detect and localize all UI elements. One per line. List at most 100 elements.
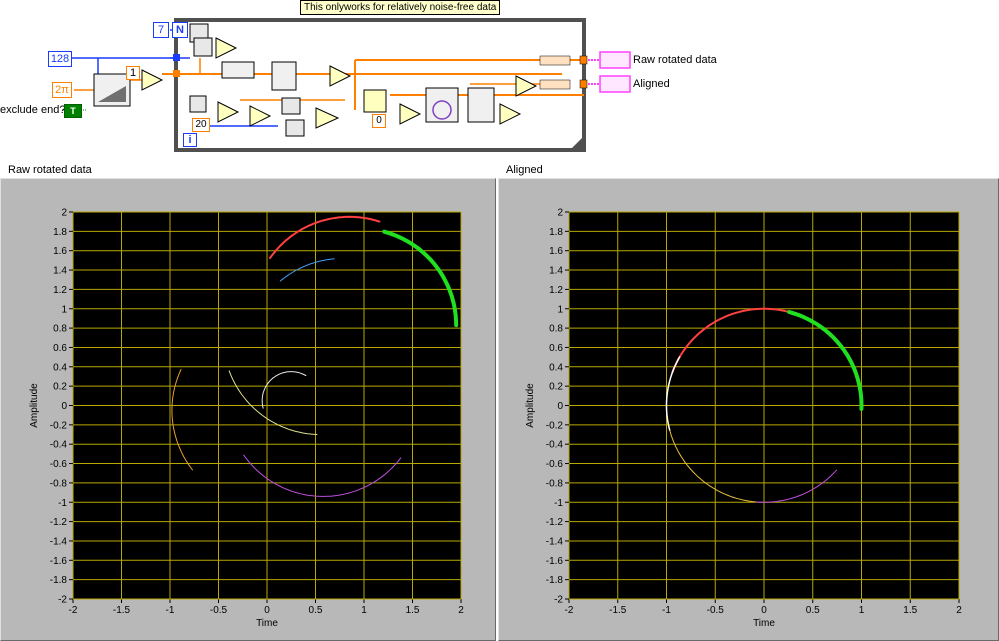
x-axis-label: Time <box>256 618 278 629</box>
block-diagram: This onlyworks for relatively noise-free… <box>0 0 999 160</box>
y-tick-label: -0.2 <box>546 420 564 431</box>
y-tick-label: 0.4 <box>53 362 67 373</box>
aligned-graph[interactable]: -2 -1.5 -1 -0.5 0 0.5 1 1.5 2 2 1.8 1.6 1.4 1.2 1 0.8 0.… <box>498 178 999 641</box>
chart-label-aligned: Aligned <box>506 164 543 176</box>
y-tick-label: 0.6 <box>53 343 67 354</box>
loop-tunnel <box>579 55 588 65</box>
y-tick-label: -0.8 <box>546 478 564 489</box>
y-tick-label: 2 <box>557 208 563 219</box>
complex-to-re-im-array-node[interactable] <box>539 55 571 66</box>
y-tick-label: -2 <box>554 595 563 606</box>
multiply-node[interactable] <box>141 69 164 91</box>
x-tick-label: -1.5 <box>609 605 627 616</box>
y-tick-label: 1 <box>557 304 563 315</box>
x-tick-label: 2 <box>956 605 962 616</box>
y-tick-label: 1.2 <box>549 285 563 296</box>
y-tick-label: -0.6 <box>50 459 68 470</box>
x-tick-label: 0 <box>264 605 270 616</box>
array-subset-node[interactable] <box>221 61 255 79</box>
constant-20[interactable]: 20 <box>192 118 210 132</box>
y-tick-label: -1 <box>58 498 67 509</box>
x-tick-label: -2 <box>69 605 78 616</box>
block-diagram-canvas <box>62 18 631 152</box>
x-tick-label: 1.5 <box>903 605 917 616</box>
y-tick-label: 0 <box>557 401 563 412</box>
y-tick-label: 0.8 <box>53 324 67 335</box>
build-array-node[interactable] <box>271 61 297 91</box>
raw-rotated-data-graph[interactable]: -2 -1.5 -1 -0.5 0 0.5 1 1.5 2 2 1.8 1.6 1.4 1.2 1 0.8 0.… <box>0 178 496 641</box>
y-tick-label: 0.2 <box>53 382 67 393</box>
x-tick-label: 2 <box>458 605 464 616</box>
x-tick-label: 1 <box>859 605 865 616</box>
x-axis-label: Time <box>753 618 775 629</box>
x-tick-label: 1 <box>361 605 367 616</box>
random-number-node[interactable] <box>285 119 305 137</box>
raw-rotated-data-plot[interactable]: -2 -1.5 -1 -0.5 0 0.5 1 1.5 2 2 1.8 1.6 1.4 1.2 1 0.8 0.… <box>1 179 495 640</box>
constant-2pi[interactable]: 2π <box>52 82 72 98</box>
y-tick-label: 1.8 <box>53 227 67 238</box>
y-tick-label: -0.8 <box>50 478 68 489</box>
y-tick-label: -1 <box>554 498 563 509</box>
diagram-comment[interactable]: This onlyworks for relatively noise-free… <box>300 0 501 15</box>
y-tick-label: -1.8 <box>546 575 564 586</box>
aligned-plot[interactable]: -2 -1.5 -1 -0.5 0 0.5 1 1.5 2 2 1.8 1.6 1.4 1.2 1 0.8 0.… <box>499 179 998 640</box>
count-constant[interactable]: 7 <box>153 22 169 38</box>
x-tick-label: -0.5 <box>210 605 228 616</box>
exclude-end-label: exclude end? <box>0 104 66 116</box>
complex-to-re-im-array-node[interactable] <box>539 79 571 90</box>
y-tick-label: -1.8 <box>50 575 68 586</box>
raw-rotated-data-label: Raw rotated data <box>633 54 717 66</box>
x-tick-label: 0.5 <box>806 605 820 616</box>
random-number-node[interactable] <box>281 97 301 115</box>
y-tick-label: 2 <box>61 208 67 219</box>
complex-to-re-im-node[interactable] <box>363 89 387 113</box>
raw-rotated-data-terminal[interactable] <box>599 51 631 69</box>
unbundle-node[interactable] <box>467 87 495 123</box>
y-tick-label: -2 <box>58 595 67 606</box>
aligned-label: Aligned <box>633 78 670 90</box>
y-axis-label: Amplitude <box>29 383 40 428</box>
y-tick-label: -0.2 <box>50 420 68 431</box>
random-number-node[interactable] <box>193 37 213 57</box>
y-tick-label: -0.4 <box>546 440 564 451</box>
y-tick-label: 0.6 <box>549 343 563 354</box>
y-tick-label: 1 <box>61 304 67 315</box>
x-tick-label: 0.5 <box>309 605 323 616</box>
y-tick-label: -0.6 <box>546 459 564 470</box>
y-tick-label: -1.2 <box>546 517 564 528</box>
constant-128[interactable]: 128 <box>48 51 72 67</box>
x-tick-label: -0.5 <box>707 605 725 616</box>
x-tick-label: -1 <box>662 605 671 616</box>
y-tick-label: 1.2 <box>53 285 67 296</box>
y-tick-label: 0.8 <box>549 324 563 335</box>
y-tick-label: -1.6 <box>546 556 564 567</box>
y-tick-label: 0 <box>61 401 67 412</box>
chart-label-raw: Raw rotated data <box>8 164 92 176</box>
y-tick-label: 1.4 <box>53 266 67 277</box>
iteration-terminal: i <box>183 133 197 147</box>
x-tick-label: 0 <box>761 605 767 616</box>
loop-count-terminal[interactable]: N <box>172 22 188 38</box>
y-tick-label: -1.4 <box>50 536 68 547</box>
loop-tunnel <box>579 79 588 89</box>
y-tick-label: -1.2 <box>50 517 68 528</box>
constant-1[interactable]: 1 <box>126 66 140 80</box>
y-tick-label: 1.4 <box>549 266 563 277</box>
loop-tunnel <box>173 70 180 77</box>
aligned-terminal[interactable] <box>599 75 631 93</box>
y-tick-label: 1.8 <box>549 227 563 238</box>
y-tick-label: 0.4 <box>549 362 563 373</box>
random-number-node[interactable] <box>189 95 207 113</box>
x-tick-label: -1 <box>166 605 175 616</box>
loop-tunnel <box>173 54 180 61</box>
y-tick-label: 1.6 <box>549 246 563 257</box>
y-tick-label: 0.2 <box>549 382 563 393</box>
x-tick-label: -1.5 <box>113 605 131 616</box>
circle-fit-node[interactable] <box>425 87 459 123</box>
y-tick-label: -0.4 <box>50 440 68 451</box>
x-tick-label: -2 <box>565 605 574 616</box>
constant-0[interactable]: 0 <box>372 114 386 128</box>
exclude-end-boolean-constant[interactable]: T <box>64 104 82 118</box>
y-axis-label: Amplitude <box>525 383 536 428</box>
y-tick-label: 1.6 <box>53 246 67 257</box>
